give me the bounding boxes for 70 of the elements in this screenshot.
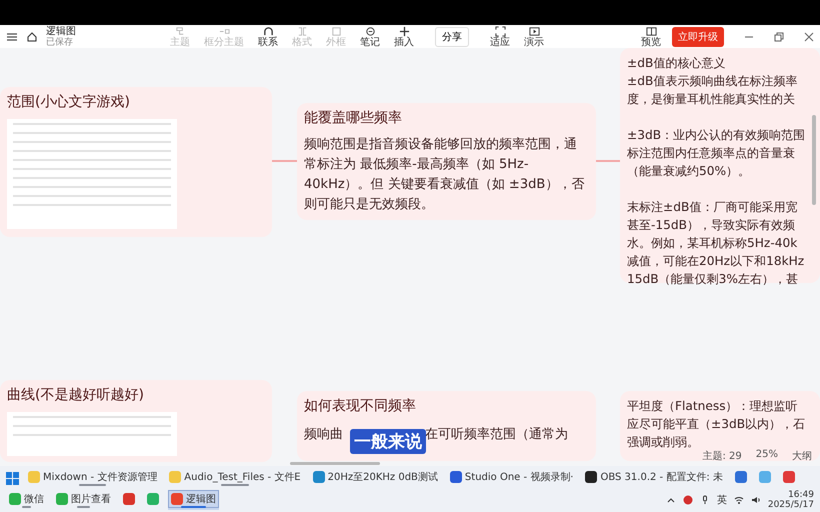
- speaker-icon[interactable]: [750, 495, 761, 505]
- node-title: 范围(小心文字游戏): [7, 93, 131, 111]
- node-text-line: ±dB值的核心意义: [627, 55, 726, 72]
- clock-date: 2025/5/17: [768, 500, 814, 510]
- connector-line: [596, 160, 620, 162]
- scrollbar[interactable]: [812, 115, 816, 205]
- frame-icon: [174, 26, 186, 36]
- save-status: 已保存: [46, 37, 73, 47]
- zoom-level[interactable]: 25%: [756, 449, 778, 463]
- toolbar-button[interactable]: 插入: [391, 26, 417, 48]
- share-button[interactable]: 分享: [435, 26, 469, 46]
- node-text: 频响曲: [304, 426, 343, 443]
- node-text-line: （能量衰减约50%）。: [627, 163, 752, 180]
- expand-icon: [494, 26, 506, 36]
- node-text: 频响范围是指音频设备能够回放的频率范围，通常标注为 最低频率-最高频率（如 5Hz-40kHz）。但 关键要看衰减值（如 ±3dB），否则可能只是无效频段。: [304, 136, 586, 214]
- toolbar-button[interactable]: 联系: [255, 26, 281, 48]
- home-icon[interactable]: [26, 30, 38, 42]
- toolbar-button[interactable]: 笔记: [357, 26, 383, 48]
- node-title: 如何表现不同频率: [304, 397, 417, 415]
- node-text-line: 度，是衡量耳机性能真实性的关: [627, 91, 796, 108]
- circle-icon[interactable]: [682, 495, 693, 505]
- node-text-line: 减值，可能在20Hz以下和18kHz: [627, 253, 806, 270]
- node-text-line: ±3dB：业内公认的有效频响范围: [627, 127, 806, 144]
- panel-icon: [646, 26, 656, 36]
- node-title: 能覆盖哪些频率: [304, 109, 403, 127]
- wifi-icon[interactable]: [734, 495, 744, 505]
- connector-line: [272, 160, 297, 162]
- mindmap-node[interactable]: 范围(小心文字游戏): [0, 87, 272, 237]
- square-icon: [330, 26, 342, 36]
- node-text-line: 甚至-15dB），导致实际有效频: [627, 217, 796, 234]
- taskbar-app[interactable]: 20Hz至20KHz 0dB测试: [310, 468, 441, 488]
- video-subtitle: 一般来说: [350, 429, 426, 454]
- arch-icon: [262, 26, 274, 36]
- menu-icon[interactable]: [6, 30, 18, 42]
- node-text-line: 应尽可能平直（±3dB以内），石: [627, 416, 806, 433]
- taskbar-app[interactable]: 逻辑图: [168, 490, 219, 510]
- taskbar-app[interactable]: OBS 31.0.2 - 配置文件: 未: [582, 468, 726, 488]
- upgrade-button[interactable]: 立即升级: [672, 26, 724, 46]
- scrollbar[interactable]: [290, 462, 380, 465]
- document-title: 逻辑图: [46, 26, 76, 36]
- mindmap-node[interactable]: 能覆盖哪些频率 频响范围是指音频设备能够回放的频率范围，通常标注为 最低频率-最高频率（如 5Hz-40kHz）。但 关键要看衰减值（如 ±3dB），否则可能只是无效频段。: [297, 103, 596, 220]
- close-icon[interactable]: [804, 32, 814, 42]
- node-title: 曲线(不是越好听越好): [7, 386, 145, 404]
- outline-button[interactable]: 大纲: [792, 449, 812, 463]
- taskbar-app[interactable]: Audio_Test_Files - 文件E: [166, 468, 304, 488]
- taskbar-app[interactable]: 微信: [6, 490, 47, 510]
- input-method[interactable]: 英: [716, 493, 727, 507]
- node-text-line: 末标注±dB值：厂商可能采用宽: [627, 199, 798, 216]
- node-text-line: 水。例如，某耳机标称5Hz-40k: [627, 235, 798, 252]
- node-text-line: 强调或削弱。: [627, 434, 700, 451]
- toolbar-button[interactable]: 演示: [521, 26, 547, 48]
- play-icon: [528, 26, 540, 36]
- node-text-line: ±dB值表示频响曲线在标注频率: [627, 73, 798, 90]
- taskbar-app[interactable]: 图片查看: [53, 490, 114, 510]
- node-text-line: 平坦度（Flatness）：理想监听: [627, 398, 799, 415]
- taskbar-app[interactable]: Mixdown - 文件资源管理: [25, 468, 160, 488]
- start-icon[interactable]: [6, 472, 19, 484]
- toolbar-button[interactable]: 适应: [487, 26, 513, 48]
- taskbar-app[interactable]: Studio One - 视频录制·: [446, 468, 576, 488]
- restore-icon[interactable]: [774, 32, 784, 42]
- topic-count: 主题: 29: [702, 450, 742, 463]
- bracket-icon: [296, 26, 308, 36]
- node-text-line: 标注范围内任意频率点的音量衰: [627, 145, 796, 162]
- node-text: 在可听频率范围（通常为: [425, 426, 568, 443]
- clock-time: 16:49: [788, 490, 814, 500]
- mindmap-node[interactable]: 曲线(不是越好听越好): [0, 380, 272, 462]
- plus-icon: [398, 26, 410, 36]
- mindmap-node[interactable]: ±dB值的核心意义 ±dB值表示频响曲线在标注频率 度，是衡量耳机性能真实性的关 ±3dB：业内公认的有效频响范围 标注范围内任意频率点的音量衰 （能量衰减约50%）。 末标注±dB值：厂商可能采用宽 甚至-15dB），导致实际有效频 水。例如，某耳机标称5Hz-40k 减值，可能在20Hz以下和18kHz 15dB（能量仅剩3%左右），甚: [620, 48, 820, 283]
- toolbar-button[interactable]: 预览: [638, 26, 664, 48]
- circle-minus-icon: [364, 26, 376, 36]
